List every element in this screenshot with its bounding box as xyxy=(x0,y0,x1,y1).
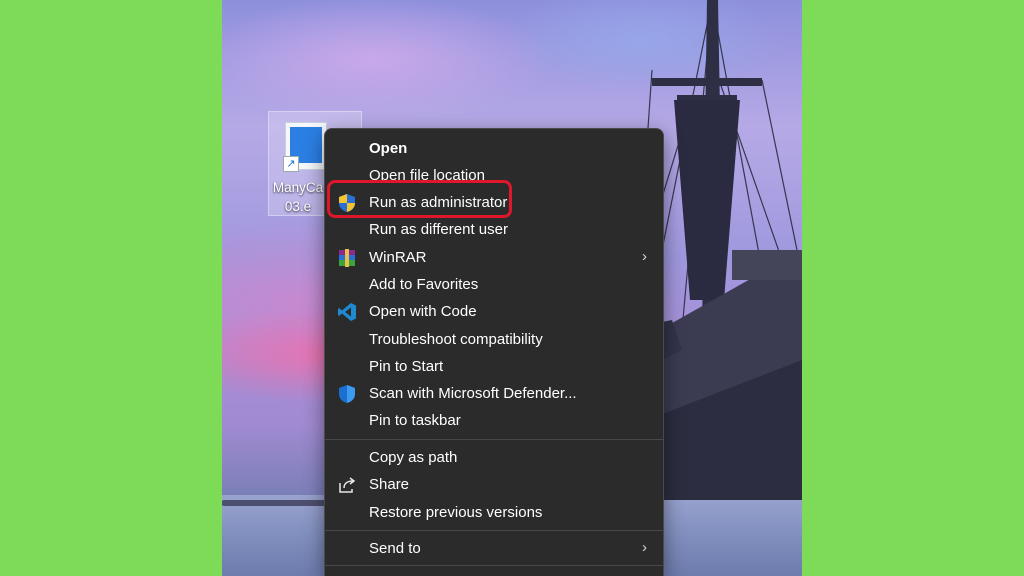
menu-separator xyxy=(325,530,663,531)
menu-item-copy-as-path[interactable]: Copy as path xyxy=(329,444,659,471)
menu-item-label: Copy as path xyxy=(369,449,458,466)
menu-item-label: Add to Favorites xyxy=(369,276,479,293)
shortcut-arrow-icon: ↗ xyxy=(283,156,299,172)
defender-shield-icon xyxy=(339,385,355,403)
menu-item-label: Restore previous versions xyxy=(369,504,543,521)
menu-item-label: Send to xyxy=(369,540,421,557)
chevron-right-icon: › xyxy=(642,248,647,265)
menu-item-label: Open xyxy=(369,140,408,157)
menu-item-add-to-favorites[interactable]: Add to Favorites xyxy=(329,271,659,298)
menu-item-send-to[interactable]: Send to › xyxy=(329,535,659,562)
menu-item-troubleshoot-compatibility[interactable]: Troubleshoot compatibility xyxy=(329,326,659,353)
menu-item-scan-with-defender[interactable]: Scan with Microsoft Defender... xyxy=(329,380,659,407)
menu-item-winrar[interactable]: WinRAR › xyxy=(329,244,659,271)
menu-item-label: Pin to taskbar xyxy=(369,412,461,429)
highlight-box-run-as-administrator xyxy=(327,180,512,218)
menu-item-label: Open with Code xyxy=(369,303,477,320)
menu-item-open-with-code[interactable]: Open with Code xyxy=(329,298,659,325)
file-name-label: ManyCa 03.e xyxy=(272,180,324,214)
menu-item-run-as-different-user[interactable]: Run as different user xyxy=(329,216,659,243)
menu-item-label: Run as different user xyxy=(369,221,508,238)
shore xyxy=(222,500,332,506)
share-icon xyxy=(339,477,356,493)
menu-item-label: WinRAR xyxy=(369,249,427,266)
menu-item-restore-previous-versions[interactable]: Restore previous versions xyxy=(329,499,659,526)
menu-item-share[interactable]: Share xyxy=(329,471,659,498)
menu-item-label: Scan with Microsoft Defender... xyxy=(369,385,577,402)
menu-item-label: Share xyxy=(369,476,410,493)
menu-separator xyxy=(325,439,663,440)
menu-item-label: Pin to Start xyxy=(369,358,444,375)
menu-item-open[interactable]: Open xyxy=(329,135,659,162)
vscode-icon xyxy=(338,303,356,321)
winrar-icon xyxy=(339,249,355,267)
menu-separator xyxy=(325,565,663,566)
menu-item-pin-to-start[interactable]: Pin to Start xyxy=(329,353,659,380)
menu-item-pin-to-taskbar[interactable]: Pin to taskbar xyxy=(329,407,659,434)
menu-item-label: Troubleshoot compatibility xyxy=(369,331,543,348)
chevron-right-icon: › xyxy=(642,539,647,556)
